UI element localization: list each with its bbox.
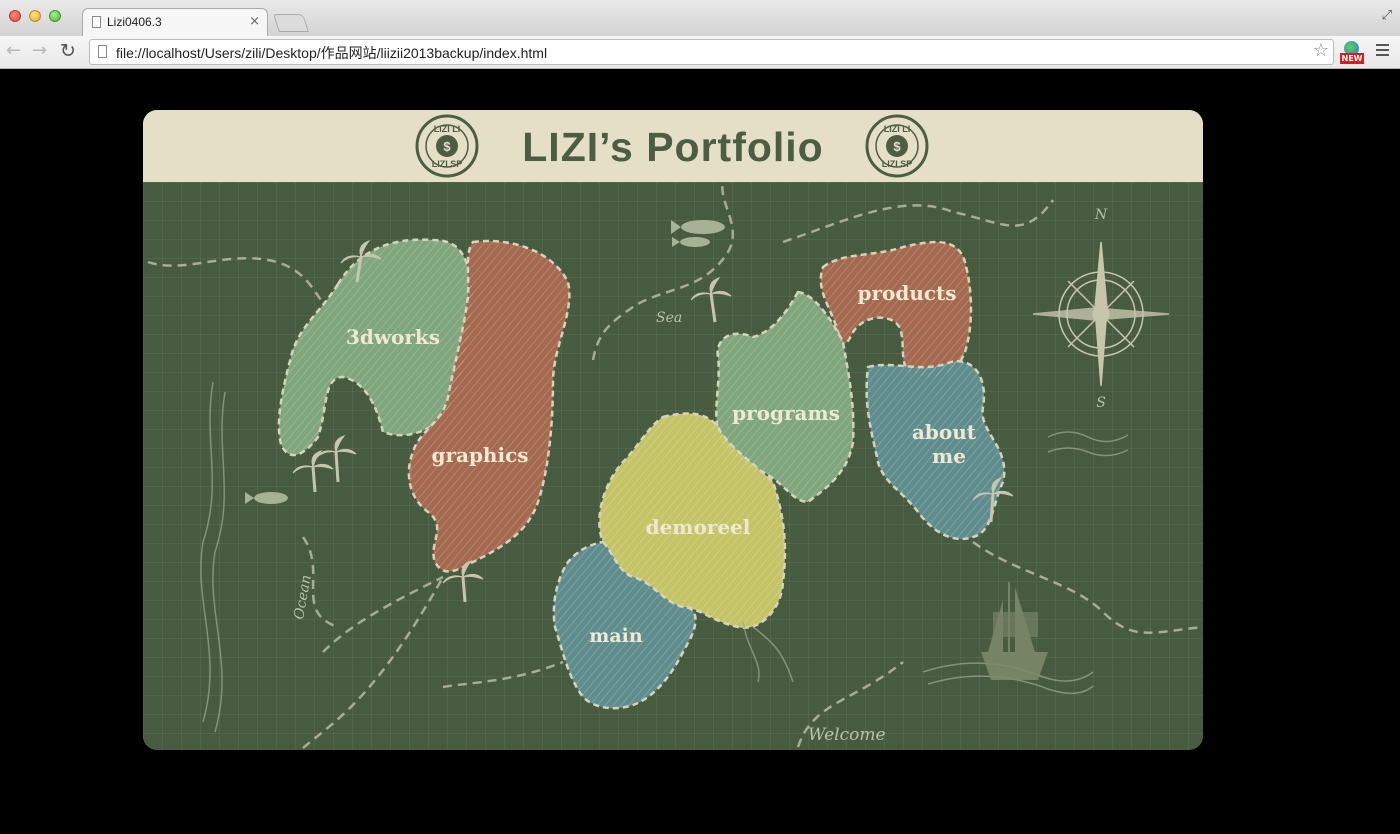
- address-bar[interactable]: file://localhost/Users/zili/Desktop/作品网站…: [89, 39, 1334, 65]
- compass-south-label: S: [1096, 395, 1106, 411]
- new-tab-button[interactable]: [273, 14, 309, 32]
- seal-top-text: LIZI LI: [884, 124, 911, 134]
- ocean-annotation: Ocean: [291, 574, 315, 621]
- window-maximize-button[interactable]: [49, 10, 61, 22]
- fullscreen-icon[interactable]: ⤢: [1382, 8, 1392, 23]
- label-programs[interactable]: programs: [732, 401, 840, 425]
- portfolio-frame: LIZI LI LIZI SP $ LIZI’s Portfolio LIZI …: [143, 110, 1203, 750]
- welcome-annotation: Welcome: [808, 725, 886, 745]
- window-minimize-button[interactable]: [29, 10, 41, 22]
- label-demoreel[interactable]: demoreel: [646, 515, 751, 539]
- label-main[interactable]: main: [589, 625, 643, 647]
- url-text[interactable]: file://localhost/Users/zili/Desktop/作品网站…: [116, 43, 547, 63]
- seal-bottom-text: LIZI SP: [882, 159, 913, 169]
- extension-new-icon[interactable]: NEW: [1340, 41, 1364, 65]
- ship-icon: [981, 582, 1048, 680]
- browser-tab[interactable]: Lizi0406.3 ×: [82, 8, 268, 36]
- label-about-me[interactable]: me: [932, 444, 966, 468]
- page-icon: [92, 16, 101, 28]
- star-icon[interactable]: ☆: [1313, 40, 1329, 61]
- label-products[interactable]: products: [857, 281, 956, 305]
- page-title: LIZI’s Portfolio: [522, 124, 824, 170]
- tab-title: Lizi0406.3: [107, 15, 162, 29]
- hamburger-menu-icon[interactable]: [1376, 44, 1389, 59]
- compass-north-label: N: [1094, 207, 1108, 223]
- page-icon: [98, 45, 107, 58]
- forward-arrow-icon[interactable]: →: [32, 40, 47, 62]
- tab-close-icon[interactable]: ×: [249, 14, 260, 29]
- reload-icon[interactable]: ↻: [60, 40, 76, 62]
- seal-center-text: $: [893, 139, 901, 154]
- back-arrow-icon[interactable]: ←: [6, 40, 21, 62]
- label-about[interactable]: about: [912, 420, 977, 444]
- label-graphics[interactable]: graphics: [431, 443, 528, 467]
- map-canvas: 3dworks graphics products programs about…: [147, 182, 1203, 749]
- browser-tab-strip: Lizi0406.3 × ⤢: [0, 0, 1400, 36]
- browser-toolbar: ← → ↻ file://localhost/Users/zili/Deskto…: [0, 36, 1400, 69]
- header-banner: LIZI LI LIZI SP $ LIZI’s Portfolio LIZI …: [143, 110, 1203, 188]
- treasure-map: 3dworks graphics products programs about…: [143, 182, 1203, 750]
- window-close-button[interactable]: [9, 10, 21, 22]
- seal-right-icon: LIZI LI LIZI SP $: [865, 114, 929, 178]
- new-badge: NEW: [1340, 53, 1364, 64]
- sea-annotation: Sea: [656, 310, 682, 326]
- label-3dworks[interactable]: 3dworks: [346, 325, 440, 349]
- compass-rose-icon: [1032, 241, 1170, 387]
